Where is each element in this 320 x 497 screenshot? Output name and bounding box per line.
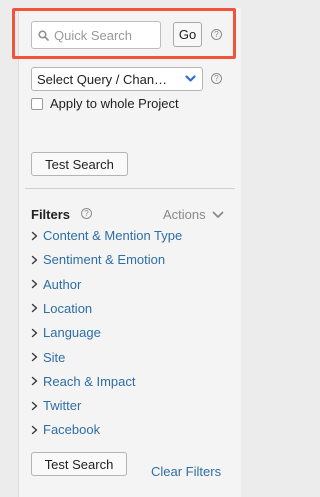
chevron-right-icon	[31, 255, 38, 264]
chevron-right-icon	[31, 279, 38, 289]
actions-dropdown[interactable]: Actions	[163, 207, 224, 222]
clear-filters-link[interactable]: Clear Filters	[151, 464, 221, 479]
filter-item-label: Sentiment & Emotion	[43, 252, 166, 268]
chevron-down-icon	[185, 75, 196, 82]
filter-item[interactable]: Facebook	[31, 422, 100, 437]
filter-item-label: Site	[43, 349, 66, 365]
left-gutter	[0, 0, 10, 497]
test-search-button-top[interactable]: Test Search	[31, 152, 128, 176]
filter-item[interactable]: Site	[31, 350, 65, 365]
query-help-icon[interactable]: ?	[211, 73, 222, 84]
filter-item-label: Location	[43, 300, 93, 316]
filter-item[interactable]: Twitter	[31, 398, 81, 413]
filter-item[interactable]: Reach & Impact	[31, 374, 136, 389]
chevron-right-icon	[31, 231, 38, 240]
test-search-button-bottom[interactable]: Test Search	[31, 452, 127, 476]
chevron-right-icon	[31, 304, 38, 313]
filter-item-label: Language	[43, 325, 101, 341]
filter-item-label: Facebook	[43, 422, 101, 438]
filter-item-label: Author	[43, 276, 82, 292]
query-select-value: Select Query / Chan…	[37, 71, 168, 87]
filter-item-label: Content & Mention Type	[43, 228, 183, 243]
filters-heading: Filters	[31, 207, 71, 222]
chevron-right-icon	[31, 377, 38, 386]
filter-item[interactable]: Content & Mention Type	[31, 228, 182, 243]
chevron-right-icon	[31, 401, 38, 410]
highlight-outline	[12, 8, 236, 59]
filter-item[interactable]: Location	[31, 301, 92, 316]
chevron-right-icon	[31, 328, 38, 337]
chevron-down-icon	[212, 211, 224, 218]
filters-help-icon[interactable]: ?	[81, 208, 92, 219]
section-divider	[25, 188, 235, 189]
actions-label: Actions	[163, 207, 206, 222]
chevron-right-icon	[31, 352, 38, 362]
apply-whole-project-checkbox[interactable]	[31, 97, 43, 110]
apply-whole-project-label: Apply to whole Project	[50, 96, 179, 111]
apply-whole-project-row[interactable]: Apply to whole Project	[31, 96, 179, 111]
filter-item[interactable]: Language	[31, 325, 101, 340]
filter-item-label: Twitter	[43, 398, 82, 414]
filter-item-label: Reach & Impact	[43, 373, 136, 389]
filter-item[interactable]: Author	[31, 277, 81, 292]
filter-item[interactable]: Sentiment & Emotion	[31, 252, 165, 267]
query-channel-select[interactable]: Select Query / Chan…	[31, 67, 203, 91]
chevron-right-icon	[31, 425, 38, 435]
